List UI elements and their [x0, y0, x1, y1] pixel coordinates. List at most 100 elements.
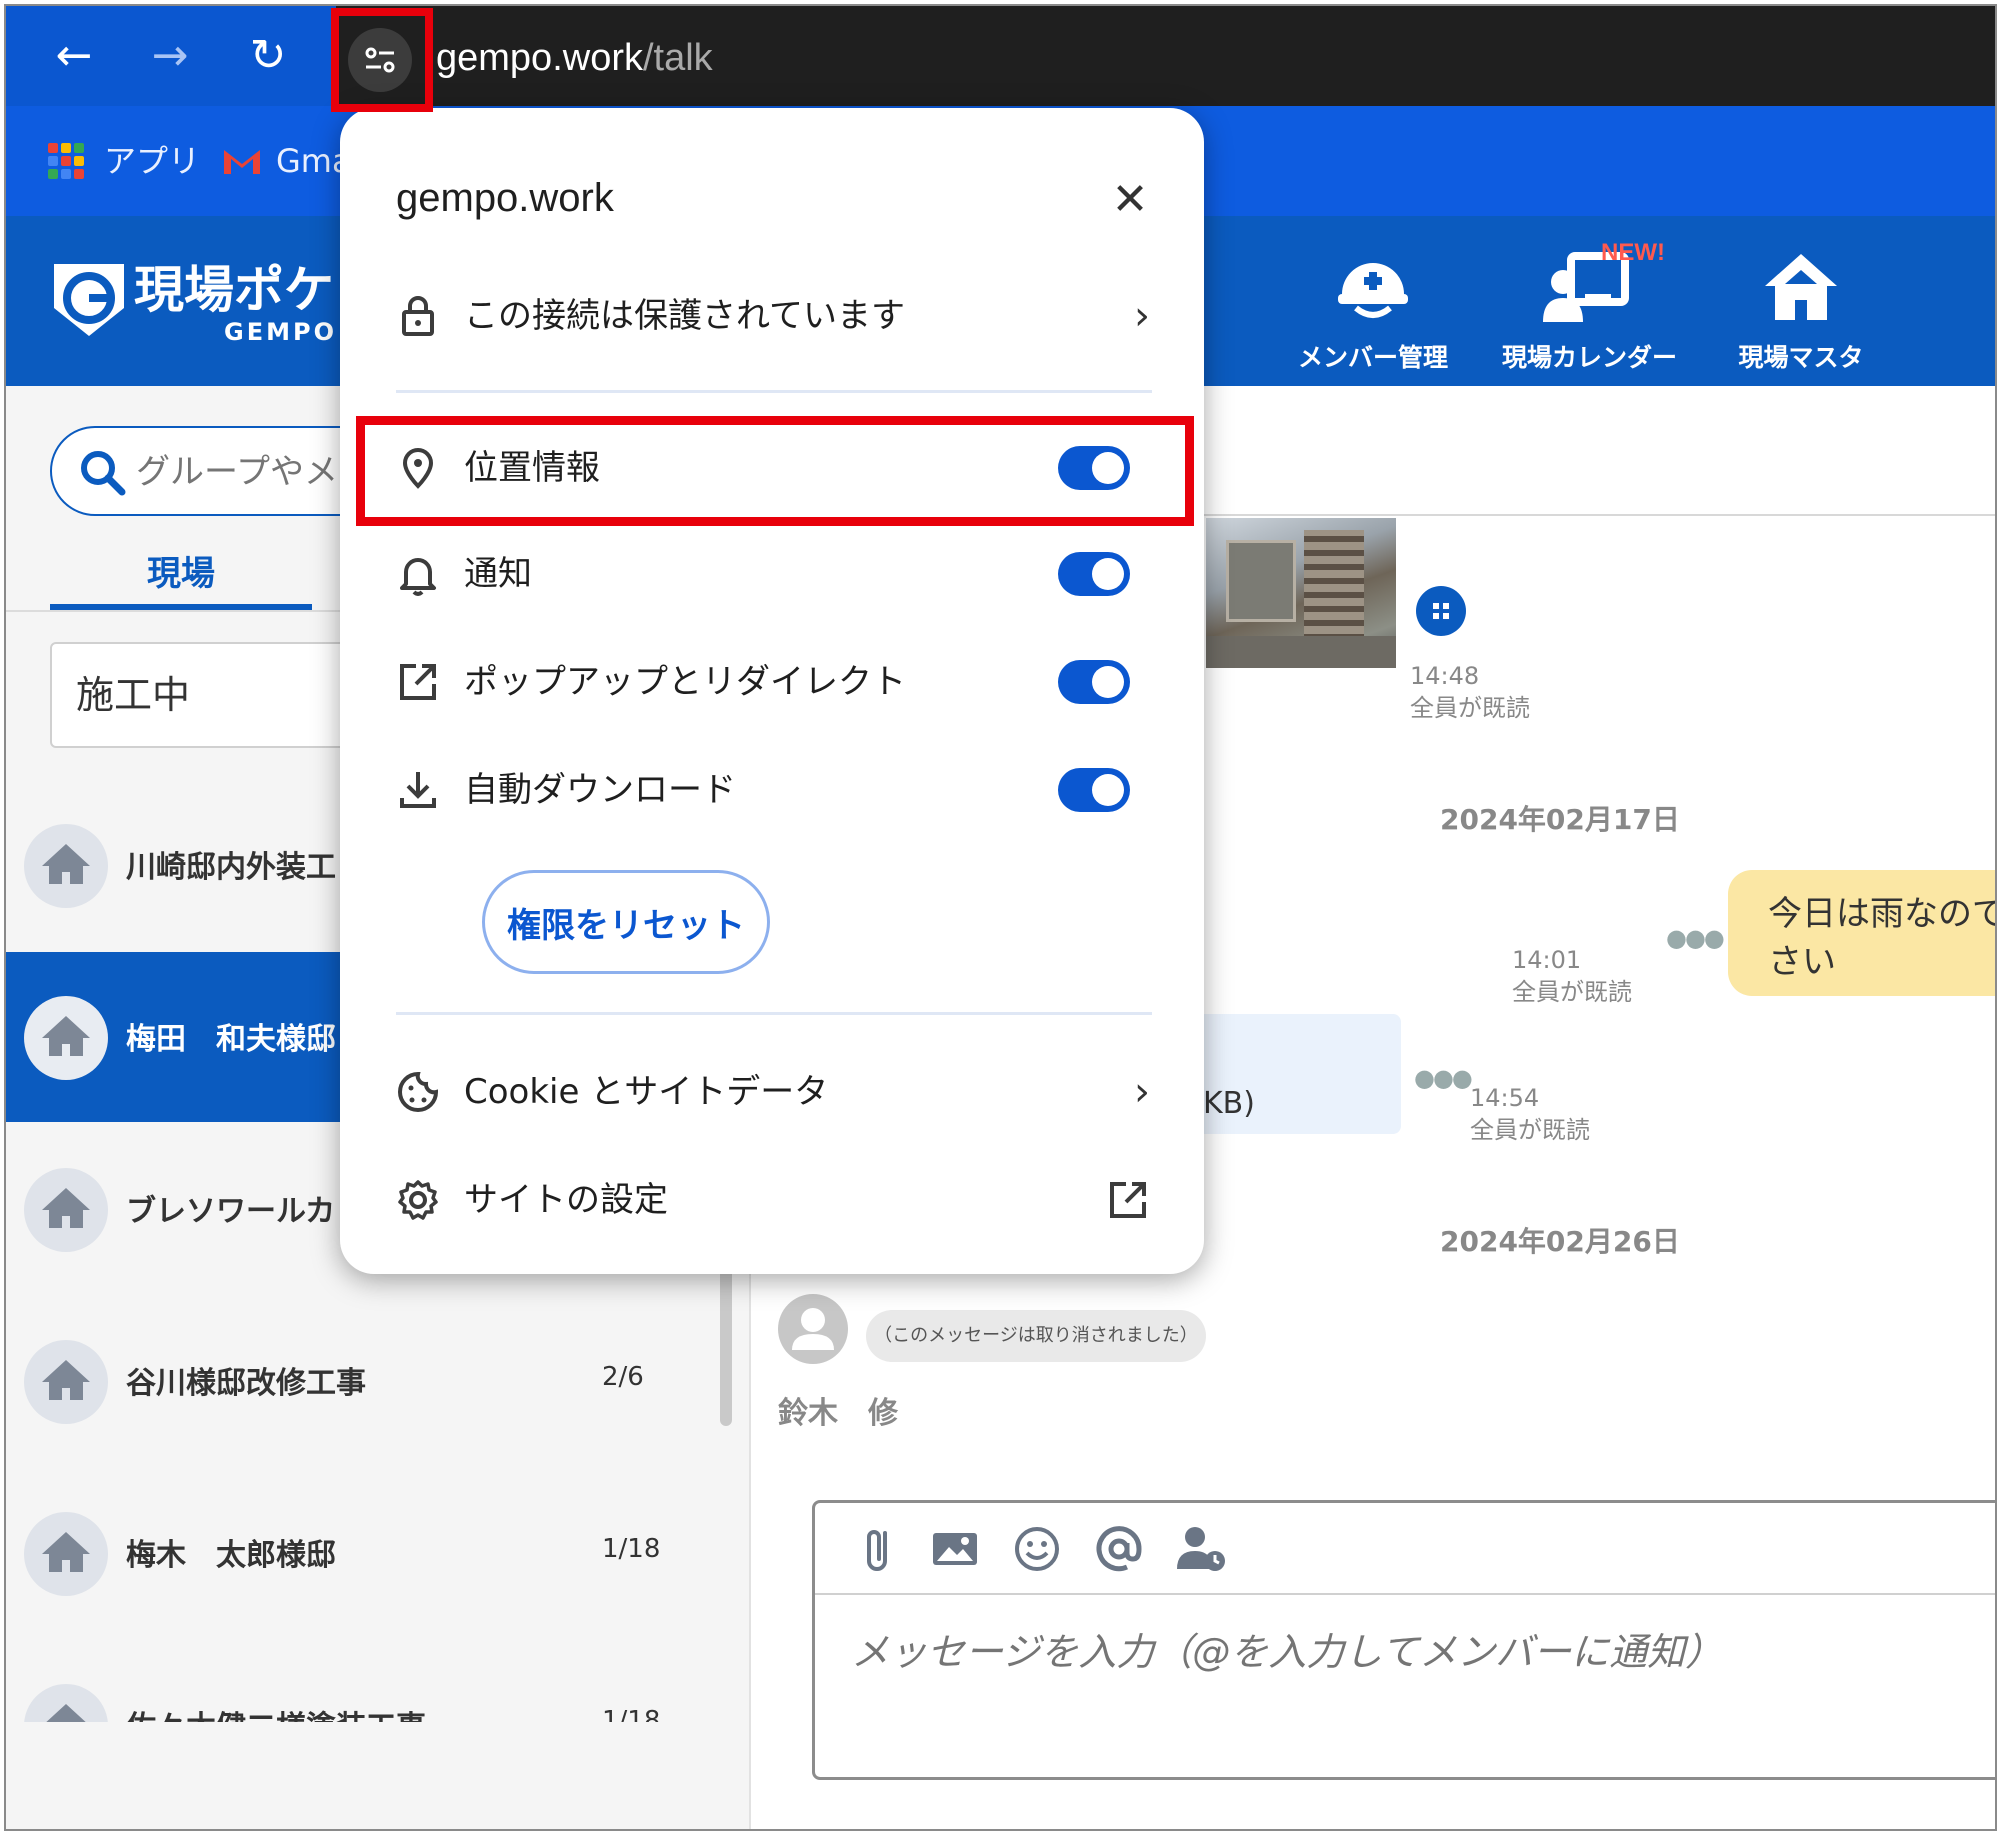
forward-button[interactable]: →	[140, 26, 200, 86]
highlight-location-permission	[356, 416, 1194, 526]
search-icon	[81, 451, 126, 496]
site-avatar	[24, 1168, 108, 1252]
recalled-message: （このメッセージは取り消されました）	[866, 1310, 1206, 1362]
nav-item-site-master[interactable]: 現場マスタ	[1716, 246, 1886, 374]
chevron-right-icon: ›	[1134, 1069, 1150, 1115]
nav-item-member-management[interactable]: メンバー管理	[1288, 246, 1458, 374]
site-avatar	[24, 1512, 108, 1596]
site-list-item[interactable]: 谷川様邸改修工事 2/6	[6, 1296, 751, 1466]
connection-secure-row[interactable]: この接続は保護されています ›	[380, 276, 1170, 356]
read-status: 全員が既読	[1512, 978, 1632, 1006]
site-name: 梅木 太郎様邸	[126, 1538, 336, 1573]
close-button[interactable]: ✕	[1100, 170, 1160, 230]
permission-label: 通知	[464, 554, 532, 594]
screenshot-frame: ← → ↻ gempo.work/talk アプリ Gma 現場ポケ GEMPO	[4, 4, 1997, 1831]
site-settings-row[interactable]: サイトの設定	[380, 1160, 1170, 1240]
cookie-label: Cookie とサイトデータ	[464, 1072, 829, 1112]
message-text: さい	[1768, 942, 1836, 982]
tab-site[interactable]: 現場	[50, 546, 312, 610]
sidebar-scrollbar[interactable]	[720, 1256, 732, 1426]
address-bar: ← → ↻ gempo.work/talk	[6, 6, 1995, 106]
open-external-icon	[1110, 1182, 1146, 1218]
photo-detail	[1304, 530, 1364, 640]
popup-divider	[396, 390, 1152, 393]
composer-toolbar	[815, 1503, 1995, 1595]
site-list-clip: 佐々木健二様塗装工事 1/18	[6, 1640, 751, 1722]
chat-header-divider	[1201, 514, 1995, 516]
permission-popup-row[interactable]: ポップアップとリダイレクト	[380, 642, 1170, 722]
more-dots-icon[interactable]: ●●●	[1414, 1064, 1473, 1092]
app-logo-text: 現場ポケ	[134, 261, 334, 319]
url-host: gempo.work	[436, 37, 643, 79]
helmet-icon	[1338, 263, 1408, 318]
site-avatar	[24, 1340, 108, 1424]
message-time: 14:48	[1410, 662, 1480, 690]
nav-label: 現場マスタ	[1738, 343, 1864, 372]
site-name: 佐々木健二様塗装工事	[126, 1702, 426, 1722]
bookmark-apps[interactable]: アプリ	[104, 136, 200, 186]
reset-permissions-button[interactable]: 権限をリセット	[482, 870, 770, 974]
message-photo[interactable]	[1206, 518, 1396, 668]
popup-icon	[400, 664, 436, 700]
mention-icon[interactable]	[1091, 1521, 1147, 1577]
photo-detail	[1206, 636, 1396, 668]
more-dots-icon[interactable]: ●●●	[1666, 924, 1725, 952]
user-avatar[interactable]	[778, 1294, 848, 1364]
site-list-item[interactable]: 佐々木健二様塗装工事 1/18	[6, 1640, 751, 1722]
user-schedule-icon[interactable]	[1173, 1521, 1229, 1577]
read-status: 全員が既読	[1410, 694, 1530, 722]
site-avatar	[24, 996, 108, 1080]
url-text[interactable]: gempo.work/talk	[436, 30, 713, 86]
attach-icon[interactable]	[851, 1521, 907, 1577]
site-count: 1/18	[602, 1534, 661, 1564]
site-name: 谷川様邸改修工事	[126, 1366, 366, 1401]
back-button[interactable]: ←	[44, 26, 104, 86]
site-info-popup: gempo.work ✕ この接続は保護されています › 位置情報 通知 ポップ…	[340, 108, 1204, 1274]
house-icon	[42, 1360, 90, 1400]
house-icon	[42, 1532, 90, 1572]
cookie-icon	[398, 1071, 439, 1112]
permission-notification-row[interactable]: 通知	[380, 534, 1170, 614]
message-text: 今日は雨なので	[1768, 894, 1997, 934]
site-name: ブレソワールカ	[126, 1194, 336, 1229]
photo-grid-button[interactable]	[1416, 586, 1466, 636]
emoji-icon[interactable]	[1009, 1521, 1065, 1577]
notification-toggle[interactable]	[1058, 552, 1130, 596]
url-path: /talk	[642, 37, 713, 79]
popup-divider	[396, 1012, 1152, 1015]
download-toggle[interactable]	[1058, 768, 1130, 812]
image-icon[interactable]	[927, 1521, 983, 1577]
gempo-logo-icon	[54, 264, 124, 336]
message-time: 14:01	[1512, 946, 1582, 974]
apps-grid-icon	[48, 143, 84, 179]
site-name: 梅田 和夫様邸	[126, 1022, 336, 1057]
reload-button[interactable]: ↻	[238, 26, 298, 86]
lock-icon	[402, 296, 434, 336]
read-status: 全員が既読	[1470, 1116, 1590, 1144]
message-time: 14:54	[1470, 1084, 1540, 1112]
site-settings-label: サイトの設定	[464, 1180, 668, 1220]
bell-icon	[400, 558, 436, 596]
message-bubble-own[interactable]: 今日は雨なので さい	[1728, 870, 1997, 996]
date-separator: 2024年02月26日	[1440, 1225, 1680, 1258]
new-badge: NEW!	[1601, 239, 1665, 266]
nav-label: メンバー管理	[1297, 343, 1448, 372]
gear-icon	[398, 1180, 438, 1220]
person-icon	[792, 1308, 834, 1350]
permission-label: ポップアップとリダイレクト	[464, 662, 906, 702]
site-list-item[interactable]: 梅木 太郎様邸 1/18	[6, 1468, 751, 1638]
site-avatar	[24, 824, 108, 908]
message-input[interactable]	[851, 1621, 1951, 1761]
site-count: 1/18	[602, 1706, 661, 1722]
highlight-site-info-button	[331, 8, 433, 112]
photo-detail	[1226, 540, 1296, 622]
nav-label: 現場カレンダー	[1502, 343, 1678, 372]
cookie-site-data-row[interactable]: Cookie とサイトデータ ›	[380, 1052, 1170, 1132]
popup-toggle[interactable]	[1058, 660, 1130, 704]
connection-label: この接続は保護されています	[464, 296, 905, 336]
house-icon	[42, 844, 90, 884]
site-name: 川崎邸内外装工	[126, 850, 336, 885]
permission-download-row[interactable]: 自動ダウンロード	[380, 750, 1170, 830]
house-icon	[46, 1704, 86, 1722]
house-icon	[1765, 254, 1837, 320]
